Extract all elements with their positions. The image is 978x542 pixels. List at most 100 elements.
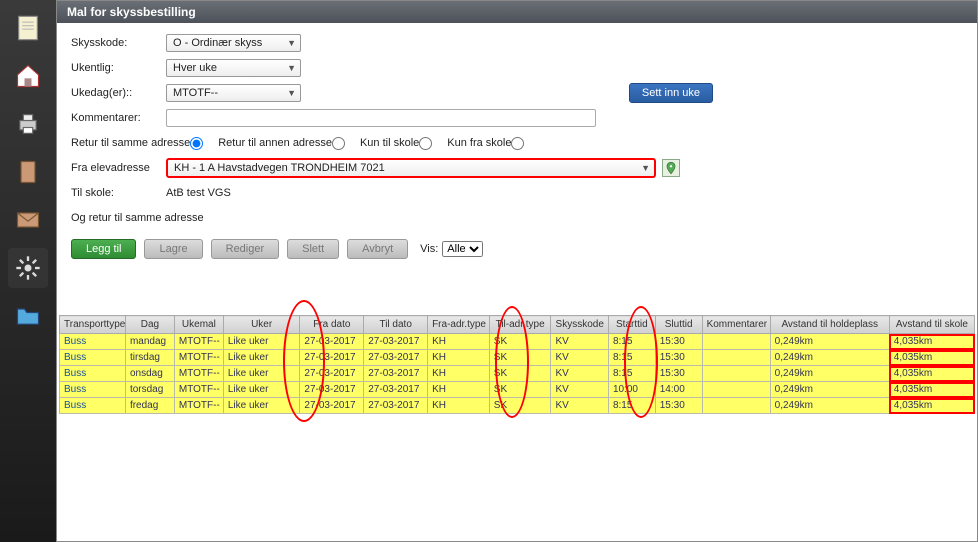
cell-skysskode: KV [551, 382, 608, 398]
cell-komm [702, 334, 770, 350]
radio-kun-til-skole[interactable]: Kun til skole [360, 137, 435, 150]
th-kommentarer[interactable]: Kommentarer [702, 316, 770, 334]
cell-fra_adr: KH [428, 382, 490, 398]
cell-slutt: 14:00 [655, 382, 702, 398]
lagre-button[interactable]: Lagre [144, 239, 202, 259]
sidebar-home[interactable] [8, 56, 48, 96]
th-starttid[interactable]: Starttid [608, 316, 655, 334]
action-button-row: Legg til Lagre Rediger Slett Avbryt Vis:… [71, 239, 963, 259]
fra-elevadresse-select[interactable]: KH - 1 A Havstadvegen TRONDHEIM 7021 [166, 158, 656, 178]
sidebar-printer[interactable] [8, 104, 48, 144]
cell-fra_adr: KH [428, 334, 490, 350]
form-area: Skysskode: O - Ordinær skyss Ukentlig: H… [57, 23, 977, 265]
cell-fra_dato: 27-03-2017 [300, 350, 364, 366]
ukentlig-label: Ukentlig: [71, 62, 166, 74]
til-skole-label: Til skole: [71, 187, 166, 199]
table-row[interactable]: BussonsdagMTOTF--Like uker27-03-201727-0… [60, 366, 975, 382]
sidebar-folder[interactable] [8, 296, 48, 336]
cell-til_dato: 27-03-2017 [364, 382, 428, 398]
sidebar-notepad[interactable] [8, 8, 48, 48]
cell-ukemal: MTOTF-- [174, 398, 223, 414]
avbryt-button[interactable]: Avbryt [347, 239, 408, 259]
radio-kun-fra-skole[interactable]: Kun fra skole [447, 137, 527, 150]
cell-til_adr: SK [489, 398, 551, 414]
rediger-button[interactable]: Rediger [211, 239, 280, 259]
cell-skysskode: KV [551, 366, 608, 382]
cell-til_adr: SK [489, 366, 551, 382]
th-fra-dato[interactable]: Fra dato [300, 316, 364, 334]
sidebar [0, 0, 56, 542]
cell-komm [702, 350, 770, 366]
table-row[interactable]: BusstirsdagMTOTF--Like uker27-03-201727-… [60, 350, 975, 366]
map-icon[interactable] [662, 159, 680, 177]
cell-til_adr: SK [489, 350, 551, 366]
ukentlig-select[interactable]: Hver uke [166, 59, 301, 77]
cell-ukemal: MTOTF-- [174, 350, 223, 366]
window-title: Mal for skyssbestilling [57, 1, 977, 23]
table-row[interactable]: BussfredagMTOTF--Like uker27-03-201727-0… [60, 398, 975, 414]
kommentarer-label: Kommentarer: [71, 112, 166, 124]
cell-fra_adr: KH [428, 350, 490, 366]
retur-radio-group: Retur til samme adresse Retur til annen … [71, 132, 963, 154]
th-til-dato[interactable]: Til dato [364, 316, 428, 334]
cell-komm [702, 398, 770, 414]
cell-uker: Like uker [223, 334, 300, 350]
cell-fra_adr: KH [428, 366, 490, 382]
th-avstand-holdeplass[interactable]: Avstand til holdeplass [770, 316, 889, 334]
cell-transporttype: Buss [60, 366, 126, 382]
th-til-adr-type[interactable]: Til-adr.type [489, 316, 551, 334]
til-skole-value: AtB test VGS [166, 187, 231, 199]
cell-transporttype: Buss [60, 398, 126, 414]
skysskode-select[interactable]: O - Ordinær skyss [166, 34, 301, 52]
sidebar-settings[interactable] [8, 248, 48, 288]
cell-til_adr: SK [489, 382, 551, 398]
radio-retur-annen[interactable]: Retur til annen adresse [218, 137, 348, 150]
cell-uker: Like uker [223, 350, 300, 366]
th-sluttid[interactable]: Sluttid [655, 316, 702, 334]
cell-slutt: 15:30 [655, 334, 702, 350]
cell-slutt: 15:30 [655, 398, 702, 414]
th-ukemal[interactable]: Ukemal [174, 316, 223, 334]
sidebar-mail[interactable] [8, 200, 48, 240]
th-transporttype[interactable]: Transporttype [60, 316, 126, 334]
cell-dag: mandag [125, 334, 174, 350]
booking-table: Transporttype Dag Ukemal Uker Fra dato T… [59, 315, 975, 414]
th-avstand-skole[interactable]: Avstand til skole [889, 316, 974, 334]
th-skysskode[interactable]: Skysskode [551, 316, 608, 334]
ukedager-label: Ukedag(er):: [71, 87, 166, 99]
cell-uker: Like uker [223, 382, 300, 398]
cell-skysskode: KV [551, 398, 608, 414]
table-row[interactable]: BusstorsdagMTOTF--Like uker27-03-201727-… [60, 382, 975, 398]
skysskode-label: Skysskode: [71, 37, 166, 49]
slett-button[interactable]: Slett [287, 239, 339, 259]
cell-skysskode: KV [551, 334, 608, 350]
vis-label: Vis: [420, 243, 438, 255]
cell-dag: onsdag [125, 366, 174, 382]
cell-uker: Like uker [223, 366, 300, 382]
cell-ahold: 0,249km [770, 382, 889, 398]
cell-dag: tirsdag [125, 350, 174, 366]
cell-fra_dato: 27-03-2017 [300, 366, 364, 382]
cell-askole: 4,035km [889, 366, 974, 382]
sett-inn-uke-button[interactable]: Sett inn uke [629, 83, 713, 103]
cell-start: 8:15 [608, 366, 655, 382]
cell-ukemal: MTOTF-- [174, 382, 223, 398]
radio-retur-samme[interactable]: Retur til samme adresse [71, 137, 206, 150]
th-fra-adr-type[interactable]: Fra-adr.type [428, 316, 490, 334]
th-uker[interactable]: Uker [223, 316, 300, 334]
th-dag[interactable]: Dag [125, 316, 174, 334]
fra-elevadresse-label: Fra elevadresse [71, 162, 166, 174]
kommentarer-input[interactable] [166, 109, 596, 127]
legg-til-button[interactable]: Legg til [71, 239, 136, 259]
cell-komm [702, 382, 770, 398]
vis-select[interactable]: Alle [442, 241, 483, 257]
cell-fra_dato: 27-03-2017 [300, 398, 364, 414]
og-retur-label: Og retur til samme adresse [71, 212, 204, 224]
sidebar-book[interactable] [8, 152, 48, 192]
ukedager-select[interactable]: MTOTF-- [166, 84, 301, 102]
cell-dag: torsdag [125, 382, 174, 398]
cell-slutt: 15:30 [655, 350, 702, 366]
cell-start: 10:00 [608, 382, 655, 398]
cell-start: 8:15 [608, 350, 655, 366]
table-row[interactable]: BussmandagMTOTF--Like uker27-03-201727-0… [60, 334, 975, 350]
